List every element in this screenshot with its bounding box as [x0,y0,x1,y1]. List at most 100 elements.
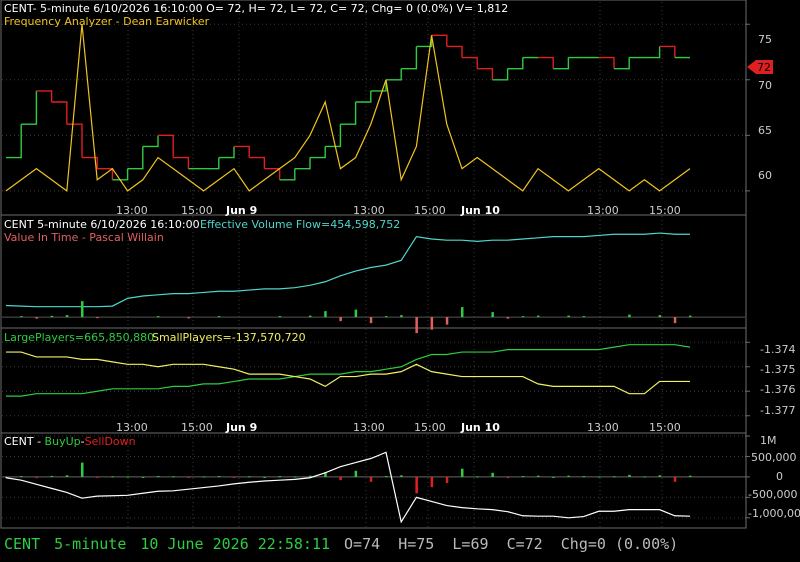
time-label: 13:00 [116,421,148,434]
time-label: 13:00 [353,204,385,217]
time-label: 15:00 [649,421,681,434]
price-step [386,68,402,81]
panel1-header: CENT- 5-minute 6/10/2026 16:10:00 O= 72,… [4,2,508,15]
grid-lines [2,2,750,527]
time-label: Jun 10 [460,421,500,434]
time-label: 15:00 [414,204,446,217]
large-players-line [6,344,691,397]
evf-label: Effective Volume Flow=454,598,752 [200,218,400,231]
price-step [249,156,266,169]
time-label: 13:00 [116,204,148,217]
panel2-header: CENT 5-minute 6/10/2026 16:10:00 [4,218,200,231]
panel4-prefix: CENT - [4,435,45,448]
price-tick-60: 60 [758,169,772,182]
price-step [659,45,676,58]
value-in-time-bar [324,311,327,318]
price-step [446,45,463,58]
panel1-frame [0,0,747,216]
buyup-selldown-bar [613,476,616,478]
value-in-time-bar [537,315,540,318]
panel3-tick: -1.374 [760,343,795,356]
time-label: 15:00 [181,421,213,434]
price-step [142,135,159,148]
buyup-selldown-bar [597,476,601,478]
price-step [279,168,296,181]
buyup-selldown-bar [248,476,251,478]
value-in-time-bar [491,312,494,318]
price-step [538,56,554,69]
buyup-selldown-bar [157,476,160,478]
buyup-selldown-bar [658,475,662,477]
buyup-selldown-bar [278,476,282,478]
buyup-selldown-bar [111,476,114,478]
buyup-selldown-bar [476,476,479,478]
status-interval: 5-minute [54,535,127,553]
time-label: 13:00 [587,421,619,434]
buyup-selldown-bar [689,475,692,477]
price-step [158,134,174,158]
panel4-tick: -500,000 [748,488,797,501]
value-in-time-bar [278,316,282,318]
panel4-header: CENT - BuyUp-SellDown [4,435,136,448]
buyup-selldown-bar [491,472,494,477]
time-label: Jun 9 [225,421,257,434]
price-step [294,157,311,170]
buyup-selldown-bar [217,476,221,478]
price-step [112,168,129,181]
buyup-selldown-bar [309,475,312,477]
buyup-selldown-bar [385,476,388,478]
status-symbol: CENT [4,535,41,553]
price-step [310,146,326,159]
value-in-time-bar [81,301,84,318]
panel3-tick: -1.377 [760,404,795,417]
time-label: Jun 9 [225,204,257,217]
buyup-selldown-bar [445,476,449,484]
buyup-selldown-bar [521,476,525,478]
price-step [127,146,144,170]
value-in-time-bar [385,316,388,318]
buyup-selldown-bar [628,474,631,477]
time-label: 15:00 [649,204,681,217]
buyup-selldown-bar [263,476,266,478]
buyup-selldown-bar [233,476,236,478]
buyup-selldown-bar [643,476,646,478]
status-ohlc: O=74 H=75 L=69 C=72 Chg=0 (0.00%) [344,535,679,553]
value-in-time-bar [415,317,418,334]
price-step [203,157,220,170]
price-step [66,123,83,158]
buyup-selldown-bar [567,475,570,477]
price-step [401,46,418,70]
time-label: 15:00 [181,204,213,217]
last-price-label: 72 [757,61,771,74]
effective-volume-flow-line [5,232,690,308]
value-in-time-bar [567,315,570,318]
value-in-time-bar [65,315,69,318]
time-label: Jun 10 [460,204,500,217]
price-step [598,56,615,69]
buyup-selldown-bar [673,476,677,482]
value-in-time-bar [339,317,342,322]
time-label: 13:00 [587,204,619,217]
value-in-time-bar [506,317,510,319]
value-in-time-bar [35,317,38,319]
buyup-selldown-bar [354,470,358,477]
status-datetime: 10 June 2026 22:58:11 [140,535,331,553]
buyup-selldown-bar [141,476,145,478]
price-step [462,56,478,69]
price-step [218,146,235,159]
value-in-time-bar [445,317,449,325]
buyup-selldown-bar [172,476,175,478]
time-axis-bottom: 13:00 15:00 Jun 9 13:00 15:00 Jun 10 13:… [116,421,681,434]
price-step [340,102,357,125]
panel4-tick: -1,000,000 [748,507,800,520]
panel2-indicator: Value In Time - Pascal Willain [4,231,164,244]
value-in-time-bar [20,316,23,318]
value-in-time-bar [187,317,190,319]
price-step [355,90,372,103]
buyup-selldown-bar [81,462,84,477]
value-in-time-bar [309,315,312,318]
status-bar: CENT 5-minute 10 June 2026 22:58:11 O=74 H=… [4,533,692,555]
value-in-time-bar [521,316,525,318]
value-in-time-bar [658,315,662,318]
value-in-time-bar [461,307,464,318]
